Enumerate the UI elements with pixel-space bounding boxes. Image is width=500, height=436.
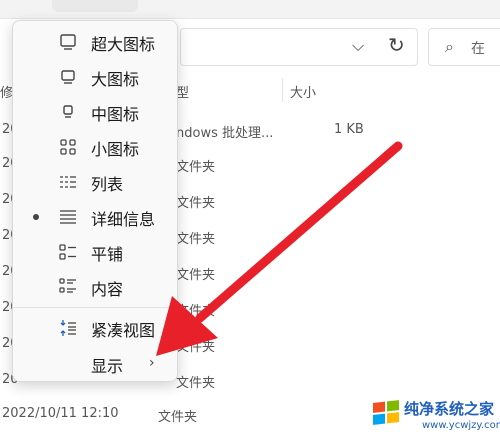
watermark-url: www.ycwjzy.com [422, 420, 500, 431]
annotation-arrow [156, 141, 403, 356]
windows-logo-icon [373, 400, 399, 425]
watermark: 纯净系统之家 www.ycwjzy.com [372, 396, 500, 436]
arrow-shaft [195, 141, 403, 323]
watermark-title: 纯净系统之家 [404, 400, 495, 418]
